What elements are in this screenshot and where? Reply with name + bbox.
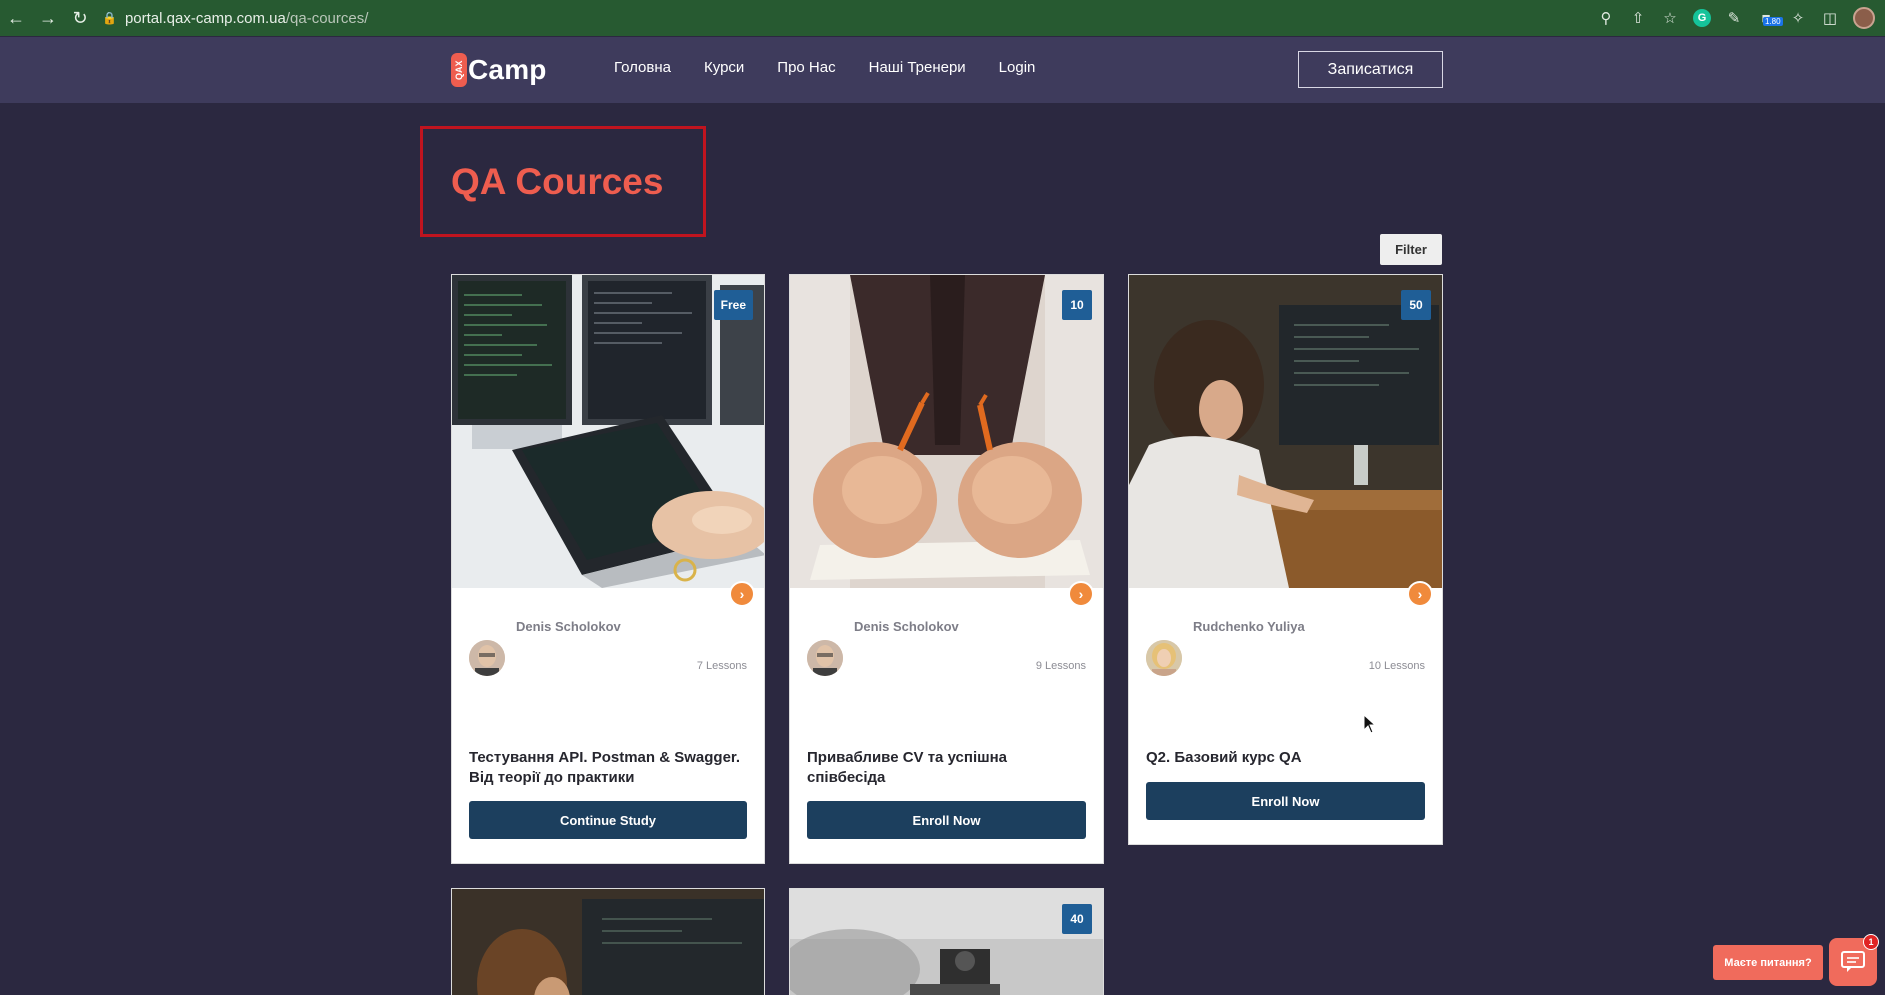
course-card: 40 xyxy=(789,888,1104,995)
extension-icon[interactable]: ■1.80 xyxy=(1757,9,1783,27)
price-badge: 10 xyxy=(1062,290,1092,320)
main-menu: Головна Курси Про Нас Наші Тренери Login xyxy=(614,59,1035,76)
continue-study-button[interactable]: Continue Study xyxy=(469,801,747,839)
pen-extension-icon[interactable]: ✎ xyxy=(1725,9,1743,27)
chat-prompt-label[interactable]: Маєте питання? xyxy=(1713,945,1823,980)
instructor-avatar xyxy=(807,640,843,676)
menu-item-trainers[interactable]: Наші Тренери xyxy=(869,59,966,76)
share-icon[interactable]: ⇧ xyxy=(1629,9,1647,27)
site-header: QAX Camp Головна Курси Про Нас Наші Трен… xyxy=(0,37,1885,103)
instructor-name[interactable]: Rudchenko Yuliya xyxy=(1193,619,1305,634)
course-card xyxy=(451,888,765,995)
instructor-avatar xyxy=(1146,640,1182,676)
profile-avatar[interactable] xyxy=(1853,7,1875,29)
grammarly-extension-icon[interactable]: G xyxy=(1693,9,1711,27)
course-image[interactable] xyxy=(1129,275,1442,588)
chevron-right-icon[interactable]: › xyxy=(729,581,755,607)
sidepanel-icon[interactable]: ◫ xyxy=(1821,9,1839,27)
lessons-count: 10 Lessons xyxy=(1368,660,1425,672)
price-badge: Free xyxy=(713,290,753,320)
puzzle-extensions-icon[interactable]: ✧ xyxy=(1789,9,1807,27)
enroll-now-button[interactable]: Enroll Now xyxy=(807,801,1086,839)
course-image[interactable] xyxy=(452,275,764,588)
lock-icon: 🔒 xyxy=(102,11,117,25)
extension-badge: 1.80 xyxy=(1763,17,1783,26)
course-title[interactable]: Q2. Базовий курс QA xyxy=(1146,748,1425,768)
url-host: portal.qax-camp.com.ua xyxy=(124,9,286,27)
page-title-box: QA Cources xyxy=(420,126,706,237)
signup-button[interactable]: Записатися xyxy=(1298,51,1443,88)
instructor-name[interactable]: Denis Scholokov xyxy=(854,619,959,634)
lessons-count: 7 Lessons xyxy=(696,660,747,672)
lessons-count: 9 Lessons xyxy=(1035,660,1086,672)
course-image[interactable] xyxy=(790,275,1103,588)
price-badge: 40 xyxy=(1062,904,1092,934)
bookmark-star-icon[interactable]: ☆ xyxy=(1661,9,1679,27)
instructor-avatar xyxy=(469,640,505,676)
menu-item-home[interactable]: Головна xyxy=(614,59,671,76)
course-image[interactable] xyxy=(790,889,1103,995)
zoom-icon[interactable]: ⚲ xyxy=(1597,9,1615,27)
url-path: /qa-cources/ xyxy=(285,9,369,27)
chevron-right-icon[interactable]: › xyxy=(1407,581,1433,607)
browser-toolbar: ← → ↻ 🔒 portal.qax-camp.com.ua/qa-cource… xyxy=(0,0,1885,36)
course-title[interactable]: Тестування API. Postman & Swagger. Від т… xyxy=(469,748,747,788)
reload-icon[interactable]: ↻ xyxy=(64,0,96,36)
forward-icon[interactable]: → xyxy=(32,0,64,36)
course-image[interactable] xyxy=(452,889,764,995)
enroll-now-button[interactable]: Enroll Now xyxy=(1146,782,1425,820)
address-bar[interactable]: 🔒 portal.qax-camp.com.ua/qa-cources/ xyxy=(102,4,1562,32)
course-card: 50 › Rudchenko Yuliya 10 Lessons Q2. Баз… xyxy=(1128,274,1443,845)
logo-word: Camp xyxy=(468,54,547,85)
back-icon[interactable]: ← xyxy=(0,0,32,36)
chat-icon xyxy=(1841,951,1865,972)
price-badge: 50 xyxy=(1401,290,1431,320)
logo-mark: QAX xyxy=(451,53,467,87)
course-card: 10 › Denis Scholokov 9 Lessons Приваблив… xyxy=(789,274,1104,864)
mouse-cursor-icon xyxy=(1363,714,1377,734)
chevron-right-icon[interactable]: › xyxy=(1068,581,1094,607)
menu-item-courses[interactable]: Курси xyxy=(704,59,744,76)
menu-item-about[interactable]: Про Нас xyxy=(777,59,835,76)
site-logo[interactable]: QAX Camp xyxy=(451,53,547,87)
course-card: Free › Denis Scholokov 7 Lessons Тестува… xyxy=(451,274,765,864)
instructor-name[interactable]: Denis Scholokov xyxy=(516,619,621,634)
page-title: QA Cources xyxy=(451,160,664,202)
filter-button[interactable]: Filter xyxy=(1380,234,1442,265)
menu-item-login[interactable]: Login xyxy=(999,59,1036,76)
chat-unread-badge: 1 xyxy=(1863,934,1879,950)
course-title[interactable]: Привабливе CV та успішна співбесіда xyxy=(807,748,1086,788)
